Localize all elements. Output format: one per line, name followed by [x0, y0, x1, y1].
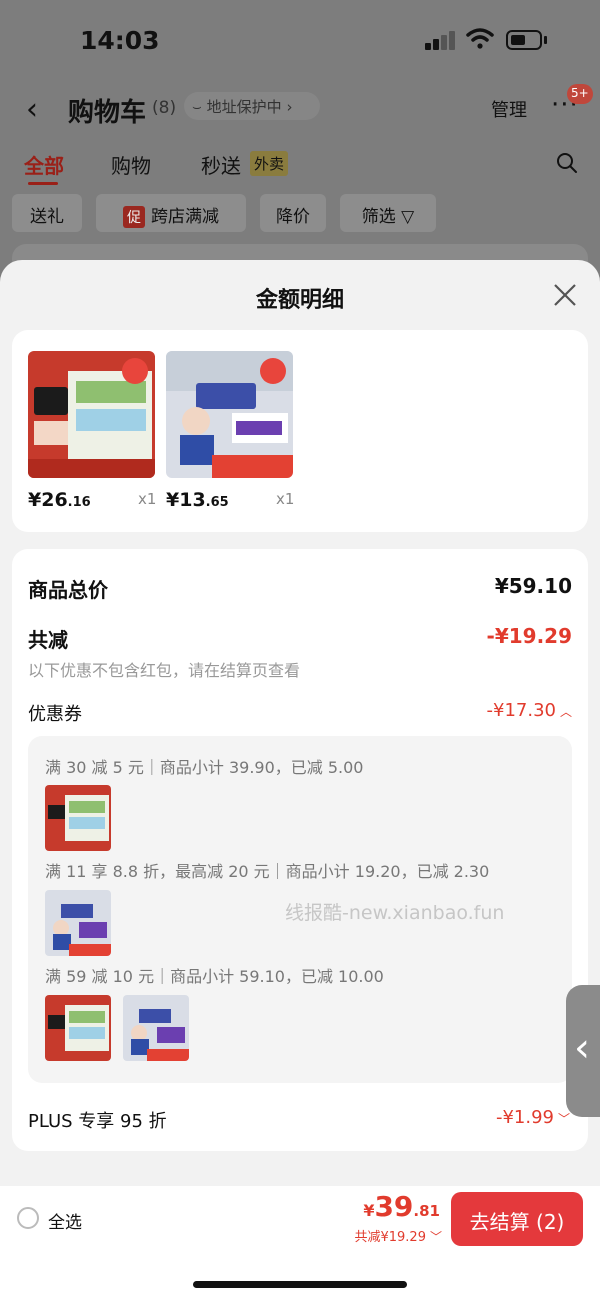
discount-label: 共减: [28, 628, 68, 652]
coupon-rule: 满 59 减 10 元｜商品小计 59.10，已减 10.00: [45, 967, 384, 986]
chevron-right-icon: ›: [286, 98, 293, 116]
chevron-down-icon: ﹀: [429, 1230, 442, 1244]
close-icon[interactable]: [552, 282, 578, 308]
home-indicator: [193, 1281, 407, 1288]
tab-all[interactable]: 全部: [24, 150, 64, 179]
takeout-tag: 外卖: [250, 151, 289, 176]
chevron-left-icon: ‹: [574, 1025, 590, 1071]
coupon-rule: 满 11 享 8.8 折，最高减 20 元｜商品小计 19.20，已减 2.30: [45, 862, 490, 881]
coupon-label: 优惠券: [28, 704, 82, 725]
filter-cross-store[interactable]: 促跨店满减: [96, 194, 246, 232]
filter-gift-label: 送礼: [30, 207, 64, 227]
discount-value: -¥19.29: [486, 624, 572, 648]
plus-discount-label: PLUS 专享 95 折: [28, 1111, 167, 1132]
watermark-text: 线报酷-new.xianbao.fun: [285, 902, 505, 924]
filter-price-drop[interactable]: 降价: [260, 194, 326, 232]
sheet-title: 金额明细: [255, 288, 344, 313]
filter-screen[interactable]: 筛选 ▽: [340, 194, 436, 232]
manage-button[interactable]: 管理: [491, 96, 527, 122]
search-icon[interactable]: [556, 152, 578, 174]
battery-tip: [544, 36, 547, 44]
total-label: 商品总价: [28, 578, 108, 602]
coupon-product-thumb: [123, 995, 189, 1061]
status-time: 14:03: [80, 26, 160, 55]
plus-discount-toggle[interactable]: -¥1.99 ﹀: [450, 1107, 570, 1128]
selected-check-icon: [260, 358, 286, 384]
promo-tag: 促: [123, 206, 145, 228]
filter-cross-store-label: 跨店满减: [151, 207, 219, 227]
price-integer: ¥26: [28, 489, 68, 511]
product-qty: x1: [276, 490, 295, 508]
funnel-icon: ▽: [395, 207, 415, 227]
coupon-rule: 满 30 减 5 元｜商品小计 39.90，已减 5.00: [45, 758, 364, 777]
coupon-product-thumb: [45, 995, 111, 1061]
tab-instant-delivery[interactable]: 秒送: [201, 150, 241, 179]
total-currency: ¥: [363, 1201, 375, 1220]
price-integer: ¥13: [166, 489, 206, 511]
coupon-product-thumb: [45, 890, 111, 956]
cart-count: (8): [152, 98, 177, 118]
active-tab-underline: [28, 182, 58, 185]
saved-toggle[interactable]: 共减¥19.29 ﹀: [330, 1226, 442, 1245]
address-protection-label: 地址保护中: [206, 98, 282, 116]
truck-icon: ⌣: [192, 98, 202, 116]
wifi-icon: [466, 28, 494, 49]
chevron-down-icon: ﹀: [557, 1112, 570, 1126]
filter-price-drop-label: 降价: [276, 207, 310, 227]
product-qty: x1: [138, 490, 157, 508]
discount-note: 以下优惠不包含红包，请在结算页查看: [28, 661, 301, 680]
status-bar: 14:03: [0, 0, 600, 84]
page-title: 购物车: [68, 98, 147, 128]
selected-check-icon: [122, 358, 148, 384]
product-price: ¥13.65: [166, 489, 229, 511]
select-all-label[interactable]: 全选: [48, 1208, 82, 1233]
side-drawer-handle[interactable]: ‹: [566, 985, 600, 1117]
plus-discount-value: -¥1.99: [495, 1107, 554, 1128]
coupon-product-thumb: [45, 785, 111, 851]
back-arrow-icon[interactable]: ‹: [26, 92, 38, 127]
chevron-up-icon: ︿: [559, 705, 572, 719]
total-price: ¥39.81: [340, 1190, 440, 1223]
saved-amount: 共减¥19.29: [354, 1230, 426, 1245]
filter-screen-label: 筛选: [361, 207, 396, 227]
filter-gift[interactable]: 送礼: [12, 194, 82, 232]
total-value: ¥59.10: [494, 574, 572, 598]
tab-shopping[interactable]: 购物: [111, 150, 151, 179]
coupon-toggle[interactable]: -¥17.30 ︿: [440, 700, 573, 721]
notification-badge: 5+: [567, 84, 593, 104]
address-protection-pill[interactable]: ⌣ 地址保护中 ›: [184, 92, 320, 120]
cellular-signal-icon: [425, 30, 457, 50]
select-all-radio[interactable]: [17, 1207, 39, 1229]
total-integer: 39: [374, 1190, 414, 1223]
checkout-button[interactable]: 去结算 (2): [451, 1192, 583, 1246]
total-decimal: .81: [413, 1202, 440, 1220]
price-decimal: .65: [205, 495, 229, 510]
product-price: ¥26.16: [28, 489, 91, 511]
price-decimal: .16: [67, 495, 91, 510]
battery-icon: [506, 30, 542, 50]
coupon-value: -¥17.30: [486, 700, 556, 721]
